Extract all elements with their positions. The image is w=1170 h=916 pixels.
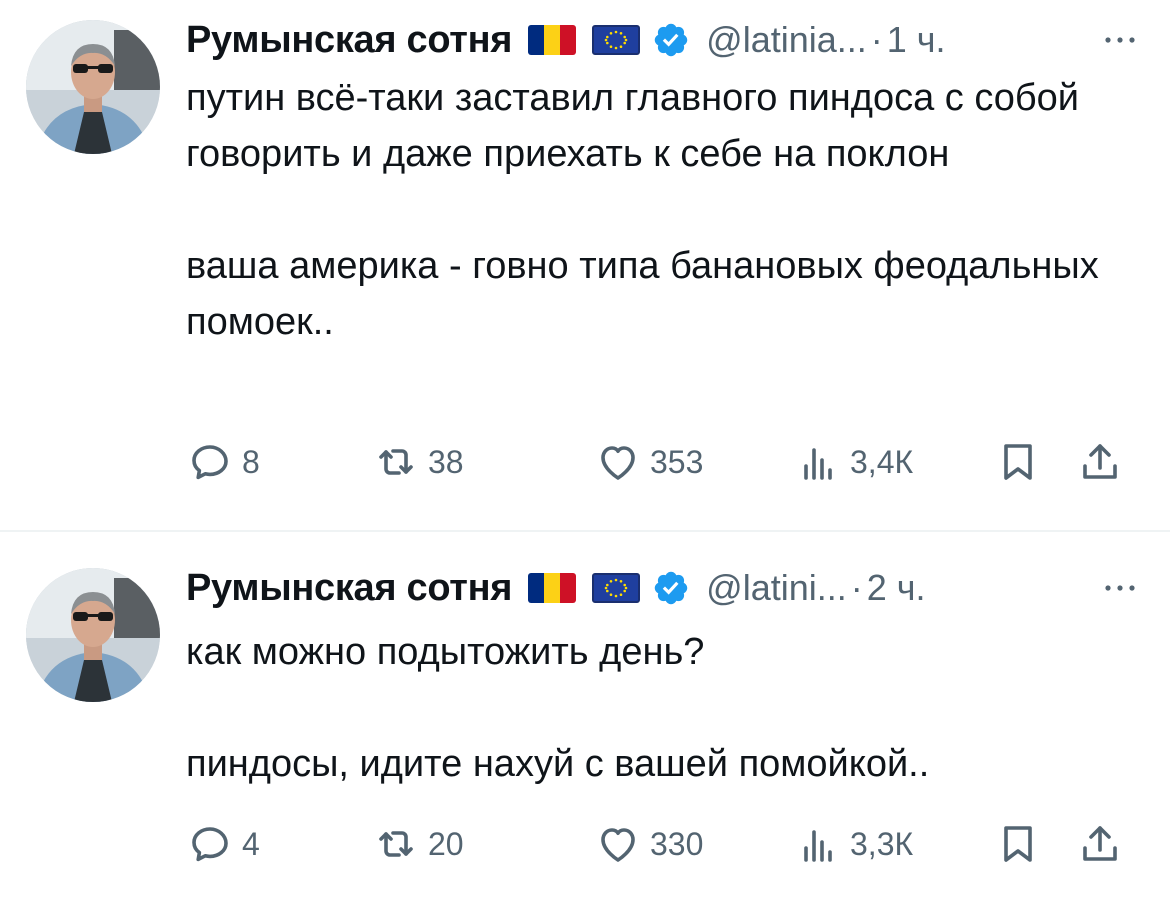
views-button[interactable]: 3,3К [794, 814, 913, 874]
retweet-button[interactable]: 38 [372, 432, 464, 492]
ro-flag-icon [528, 25, 577, 55]
reply-count: 4 [242, 825, 260, 862]
like-count: 353 [650, 443, 704, 480]
ro-flag-icon [528, 573, 577, 603]
retweet-icon [372, 820, 420, 868]
bookmark-icon [994, 820, 1042, 868]
like-button[interactable]: 330 [594, 814, 703, 874]
tweet-actions: 4 20 330 3,3К [186, 814, 1140, 874]
retweet-count: 20 [428, 825, 464, 862]
share-button[interactable] [1076, 814, 1124, 874]
separator: · [870, 19, 883, 60]
like-button[interactable]: 353 [594, 432, 703, 492]
views-button[interactable]: 3,4К [794, 432, 913, 492]
timestamp[interactable]: 1 ч. [887, 19, 946, 61]
retweet-count: 38 [428, 443, 464, 480]
reply-icon [186, 438, 234, 486]
retweet-icon [372, 438, 420, 486]
views-icon [794, 820, 842, 868]
timestamp[interactable]: 2 ч. [867, 567, 926, 609]
bookmark-button[interactable] [994, 814, 1042, 874]
tweet-header: Румынская сотня @latinia... · 1 ч. [186, 18, 1140, 62]
share-button[interactable] [1076, 432, 1124, 492]
reply-button[interactable]: 8 [186, 432, 260, 492]
author-handle[interactable]: @latini... [706, 567, 847, 609]
verified-badge-icon[interactable] [652, 569, 690, 607]
tweet-text: как можно подытожить день? пиндосы, идит… [186, 631, 930, 785]
views-count: 3,3К [850, 825, 914, 862]
avatar[interactable] [26, 20, 160, 154]
tweet[interactable]: Румынская сотня @latini... · 2 ч. как мо… [0, 532, 1170, 916]
like-count: 330 [650, 825, 704, 862]
tweet-actions: 8 38 353 3,4К [186, 432, 1140, 492]
author-handle[interactable]: @latinia... [706, 19, 867, 61]
author-name[interactable]: Румынская сотня [186, 19, 512, 62]
tweet-text: путин всё-таки заставил главного пиндоса… [186, 77, 1099, 343]
author-name[interactable]: Румынская сотня [186, 567, 512, 610]
reply-button[interactable]: 4 [186, 814, 260, 874]
eu-flag-icon [592, 25, 641, 55]
share-icon [1076, 820, 1124, 868]
reply-count: 8 [242, 443, 260, 480]
heart-icon [594, 820, 642, 868]
tweet[interactable]: Румынская сотня @latinia... · 1 ч. путин… [0, 0, 1170, 530]
views-count: 3,4К [850, 443, 914, 480]
avatar[interactable] [26, 568, 160, 702]
verified-badge-icon[interactable] [652, 21, 690, 59]
share-icon [1076, 438, 1124, 486]
heart-icon [594, 438, 642, 486]
separator: · [850, 567, 863, 608]
views-icon [794, 438, 842, 486]
tweet-header: Румынская сотня @latini... · 2 ч. [186, 566, 1140, 610]
more-icon[interactable] [1100, 568, 1140, 608]
bookmark-icon [994, 438, 1042, 486]
reply-icon [186, 820, 234, 868]
more-icon[interactable] [1100, 20, 1140, 60]
eu-flag-icon [592, 573, 641, 603]
retweet-button[interactable]: 20 [372, 814, 464, 874]
bookmark-button[interactable] [994, 432, 1042, 492]
